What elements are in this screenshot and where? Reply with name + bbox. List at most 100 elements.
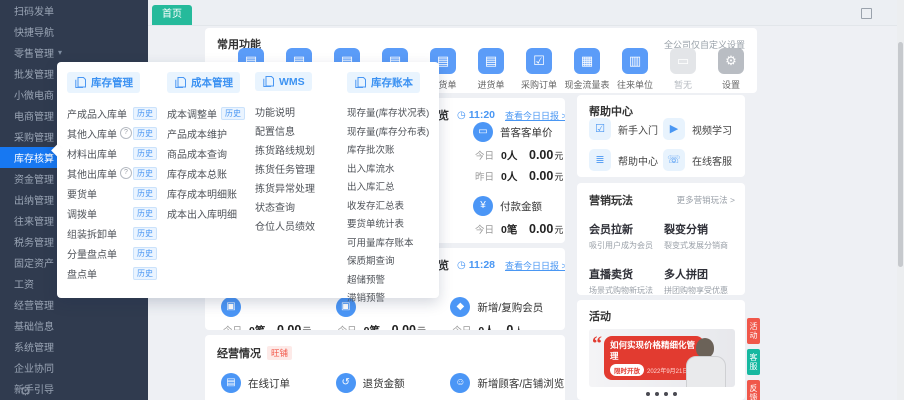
menu-item[interactable]: 盘点单 历史 <box>67 263 167 283</box>
menu-item[interactable]: 状态查询 <box>255 197 347 216</box>
menu-item[interactable]: 收发存汇总表 <box>347 196 445 215</box>
help-item[interactable]: ≣ 帮助中心 <box>589 149 663 171</box>
marketing-card[interactable]: 会员拉新 吸引用户成为会员 <box>589 221 664 251</box>
side-tag[interactable]: 客服 <box>747 349 760 375</box>
help-item-label: 视频学习 <box>692 125 732 137</box>
stat-block: ▤在线订单今日0笔0.00元 <box>221 373 336 400</box>
menu-item[interactable]: 出入库汇总 <box>347 177 445 196</box>
menu-item[interactable]: 要货单 历史 <box>67 183 167 203</box>
common-function-label: 往来单位 <box>616 80 653 90</box>
history-badge[interactable]: 历史 <box>133 226 157 240</box>
marketing-card[interactable]: 直播卖货 场景式购物新玩法 <box>589 266 664 295</box>
menu-item[interactable]: 库存成本总账 <box>167 163 255 183</box>
menu-item[interactable]: 要货单统计表 <box>347 214 445 233</box>
menu-item[interactable]: 产品成本维护 <box>167 123 255 143</box>
menu-item[interactable]: 组装拆卸单 历史 <box>67 223 167 243</box>
sidebar-item[interactable]: 系统管理 <box>0 336 148 357</box>
common-function-label: 现金流量表 <box>564 80 610 90</box>
menu-item[interactable]: 拣货任务管理 <box>255 159 347 178</box>
daily-report-link[interactable]: 查看今日日报 > <box>505 259 565 272</box>
menu-item[interactable]: 仓位人员绩效 <box>255 216 347 235</box>
stat-icon: ¥ <box>473 196 493 216</box>
history-badge[interactable]: 历史 <box>133 186 157 200</box>
sidebar-item[interactable]: 企业协同 <box>0 357 148 378</box>
sidebar-item[interactable]: 基础信息 <box>0 315 148 336</box>
activity-panel: 活动 “ 如何实现价格精细化管理 限时开放 2022年9月21日 如何实现价格精… <box>577 300 745 400</box>
history-badge[interactable]: 历史 <box>133 206 157 220</box>
menu-item-label: 拣货任务管理 <box>255 165 315 176</box>
history-badge[interactable]: 历史 <box>133 166 157 180</box>
menu-item[interactable]: 滞销预警 <box>347 288 445 307</box>
sidebar-item[interactable]: 快捷导航 <box>0 21 148 42</box>
carousel-dot[interactable] <box>654 392 659 396</box>
marketing-card[interactable]: 多人拼团 拼团购物享受优惠 <box>664 266 739 295</box>
common-function-item[interactable]: ⚙ 设置 <box>707 48 755 91</box>
menu-item[interactable]: 功能说明 <box>255 102 347 121</box>
menu-item-label: 其他入库单 <box>67 129 117 141</box>
history-badge[interactable]: 历史 <box>133 246 157 260</box>
carousel-dot[interactable] <box>663 392 668 396</box>
marketing-card-desc: 裂变式发展分销商 <box>664 241 728 250</box>
menu-item[interactable]: 现存量(库存分布表) <box>347 122 445 141</box>
menu-item[interactable]: 拣货路线规划 <box>255 140 347 159</box>
menu-item[interactable]: 现存量(库存状况表) <box>347 103 445 122</box>
stat-period: 今日 <box>475 225 495 236</box>
stat-amount: 0.00元 <box>529 169 564 183</box>
help-item[interactable]: ☑ 新手入门 <box>589 118 663 140</box>
sidebar-item-label: 库存核算 <box>14 154 54 165</box>
help-item-icon: ☏ <box>663 149 685 171</box>
menu-item[interactable]: 配置信息 <box>255 121 347 140</box>
menu-item[interactable]: 出入库流水 <box>347 159 445 178</box>
menu-item[interactable]: 库存批次账 <box>347 140 445 159</box>
help-item-icon: ▶ <box>663 118 685 140</box>
history-badge[interactable]: 历史 <box>221 106 245 120</box>
menu-item[interactable]: 超储预警 <box>347 270 445 289</box>
menu-item[interactable]: 调拨单 历史 <box>67 203 167 223</box>
carousel-dot[interactable] <box>645 392 650 396</box>
menu-item-label: 成本出入库明细 <box>167 209 237 221</box>
menu-item[interactable]: 库存成本明细账 <box>167 183 255 203</box>
menu-column-header: 成本管理 <box>167 72 240 93</box>
daily-report-link[interactable]: 查看今日日报 > <box>505 109 565 122</box>
history-badge[interactable]: 历史 <box>133 106 157 120</box>
settings-gear-icon[interactable]: ⚙ <box>20 384 31 398</box>
menu-item[interactable]: 产成品入库单 历史 <box>67 103 167 123</box>
help-item[interactable]: ☏ 在线客服 <box>663 149 737 171</box>
stat-label: 付款金额 <box>500 200 542 213</box>
menu-item-label: 仓位人员绩效 <box>255 222 315 233</box>
marketing-card-title: 直播卖货 <box>589 269 633 281</box>
side-tag[interactable]: 反馈 <box>747 380 760 400</box>
menu-item[interactable]: 拣货异常处理 <box>255 178 347 197</box>
menu-item[interactable]: 可用量库存账本 <box>347 233 445 252</box>
carousel-dot[interactable] <box>672 392 677 396</box>
scrollbar-thumb[interactable] <box>898 42 903 267</box>
common-function-item[interactable]: ▦ 现金流量表 <box>563 48 611 91</box>
inventory-mega-menu: 库存管理 产成品入库单 历史 其他入库单? 历史 材料出库单 历史 其他出库单? 历史 要货单 历史… <box>57 62 439 304</box>
common-function-item[interactable]: ☑ 采购订单 <box>515 48 563 91</box>
history-badge[interactable]: 历史 <box>133 126 157 140</box>
history-badge[interactable]: 历史 <box>133 146 157 160</box>
help-item[interactable]: ▶ 视频学习 <box>663 118 737 140</box>
menu-item[interactable]: 其他入库单? 历史 <box>67 123 167 143</box>
menu-item-label: 其他出库单 <box>67 169 117 181</box>
menu-item[interactable]: 材料出库单 历史 <box>67 143 167 163</box>
sidebar-item[interactable]: 扫码发单 <box>0 0 148 21</box>
menu-item[interactable]: 分量盘点单 历史 <box>67 243 167 263</box>
common-function-item[interactable]: ▭ 暂无 <box>659 48 707 91</box>
document-icon: ▦ <box>574 48 600 74</box>
common-function-item[interactable]: ▥ 往来单位 <box>611 48 659 91</box>
ad-banner[interactable]: “ 如何实现价格精细化管理 限时开放 2022年9月21日 <box>589 329 735 387</box>
expand-icon[interactable] <box>861 8 872 19</box>
tab-home[interactable]: 首页 <box>152 5 192 25</box>
history-badge[interactable]: 历史 <box>133 266 157 280</box>
menu-item[interactable]: 其他出库单? 历史 <box>67 163 167 183</box>
menu-item[interactable]: 保质期查询 <box>347 251 445 270</box>
menu-item[interactable]: 商品成本查询 <box>167 143 255 163</box>
marketing-card[interactable]: 裂变分销 裂变式发展分销商 <box>664 221 739 251</box>
common-function-item[interactable]: ▤ 进货单 <box>467 48 515 91</box>
sidebar-item[interactable]: 零售管理 ▾ <box>0 42 148 63</box>
menu-item[interactable]: 成本出入库明细 <box>167 203 255 223</box>
side-tag[interactable]: 活动 <box>747 318 760 344</box>
menu-item[interactable]: 成本调整单 历史 <box>167 103 255 123</box>
more-marketing-link[interactable]: 更多营销玩法 > <box>677 194 735 206</box>
